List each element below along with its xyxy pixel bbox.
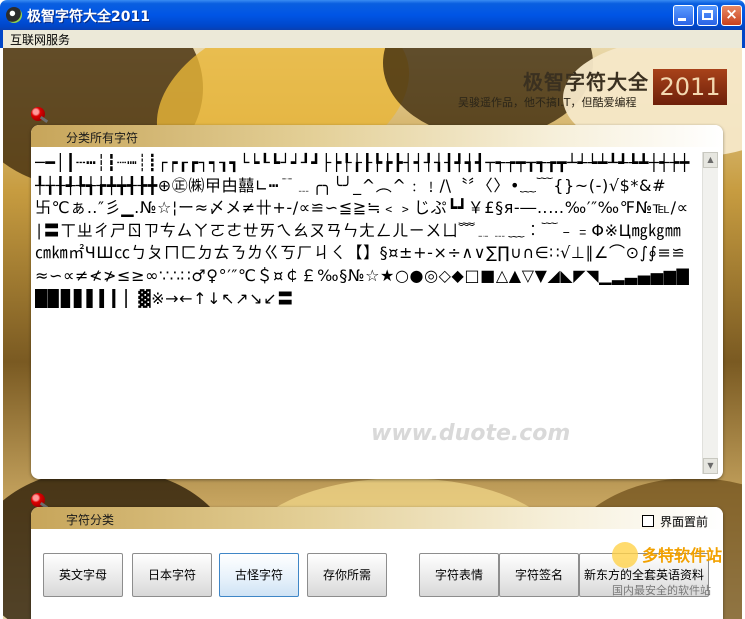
panel-header: 字符分类 界面置前 [31, 507, 723, 529]
english-letters-button[interactable]: 英文字母 [43, 553, 123, 597]
menu-item-internet-services[interactable]: 互联网服务 [10, 31, 70, 48]
menu-bar: 互联网服务 [0, 30, 745, 48]
watermark-name: 多特软件站 [642, 546, 723, 565]
close-icon: × [725, 5, 738, 23]
signatures-button[interactable]: 字符签名 [499, 553, 579, 597]
vertical-scrollbar[interactable]: ▲ ▼ [702, 152, 718, 474]
watermark-tag: 国内最安全的软件站 [612, 584, 711, 597]
title-bar: 极智字符大全2011 × [0, 0, 745, 30]
panel-title: 分类所有字符 [66, 131, 139, 145]
emoticons-button[interactable]: 字符表情 [419, 553, 499, 597]
window-title: 极智字符大全2011 [27, 9, 150, 25]
minimize-button[interactable] [673, 5, 694, 26]
pushpin-icon [31, 493, 45, 507]
panel-header: 分类所有字符 [31, 125, 723, 147]
maximize-icon [702, 10, 713, 20]
app-icon [6, 7, 22, 23]
weird-chars-button[interactable]: 古怪字符 [219, 553, 299, 597]
characters-panel: 分类所有字符 ─━│┃┄┅┆┇┈┉┊┋┌┍┎┏┐┑┒┓└┕┖┗┘┙┚┛├┝┞┟┠… [31, 125, 723, 479]
scroll-down-icon[interactable]: ▼ [703, 458, 718, 474]
topmost-checkbox[interactable]: 界面置前 [642, 513, 708, 530]
scroll-up-icon[interactable]: ▲ [703, 152, 718, 168]
minimize-icon [678, 18, 686, 21]
maximize-button[interactable] [697, 5, 718, 26]
close-button[interactable]: × [721, 5, 742, 26]
topmost-label: 界面置前 [660, 515, 709, 529]
watermark-logo-icon [612, 542, 638, 568]
watermark-url: www.duote.com [371, 421, 571, 446]
checkbox-icon[interactable] [642, 515, 654, 527]
brand-year-badge: 2011 [653, 69, 727, 105]
pushpin-icon [31, 107, 45, 121]
panel-title: 字符分类 [66, 513, 115, 527]
brand-title: 极智字符大全 [523, 70, 649, 94]
watermark: 多特软件站 国内最安全的软件站 [612, 542, 742, 602]
japanese-chars-button[interactable]: 日本字符 [132, 553, 212, 597]
saved-chars-button[interactable]: 存你所需 [307, 553, 387, 597]
character-grid[interactable]: ─━│┃┄┅┆┇┈┉┊┋┌┍┎┏┐┑┒┓└┕┖┗┘┙┚┛├┝┞┟┠┡┢┣┤┥┦┧… [35, 152, 697, 474]
brand-subtitle: 吴骏遥作品，他不搞I.T，但酷爱编程 [458, 96, 637, 109]
